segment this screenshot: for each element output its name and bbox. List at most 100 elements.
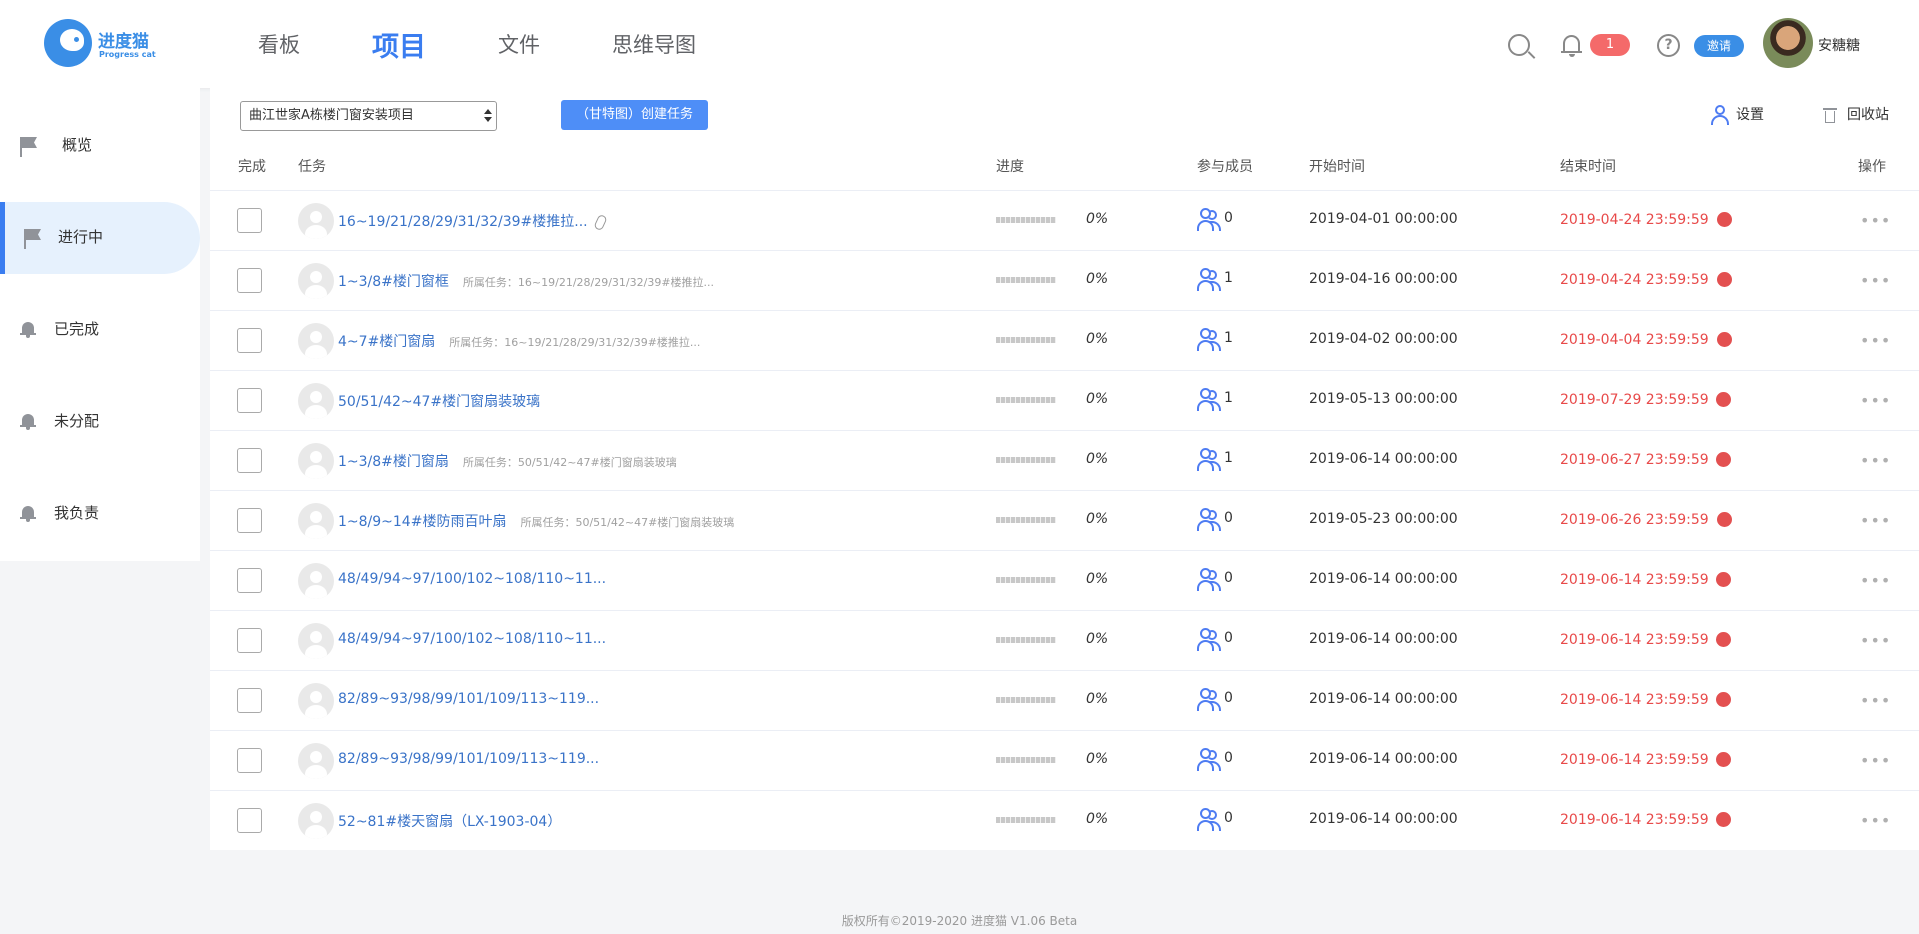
task-title[interactable]: 82/89~93/98/99/101/109/113~119...: [338, 751, 599, 767]
complete-checkbox[interactable]: [237, 808, 262, 833]
table-row[interactable]: 1~3/8#楼门窗框 所属任务：16~19/21/28/29/31/32/39#楼…: [210, 250, 1919, 310]
assignee-avatar-icon[interactable]: [298, 563, 334, 599]
end-time: 2019-06-27 23:59:59: [1560, 452, 1709, 468]
search-icon[interactable]: [1508, 34, 1530, 56]
assignee-avatar-icon[interactable]: [298, 803, 334, 839]
sidebar-item-unassigned[interactable]: 未分配: [0, 386, 200, 458]
assignee-avatar-icon[interactable]: [298, 503, 334, 539]
table-row[interactable]: 82/89~93/98/99/101/109/113~119... 0% 0 2019…: [210, 730, 1919, 790]
select-arrows-icon: [484, 109, 492, 123]
table-row[interactable]: 4~7#楼门窗扇 所属任务：16~19/21/28/29/31/32/39#楼推拉…: [210, 310, 1919, 370]
assignee-avatar-icon[interactable]: [298, 683, 334, 719]
progress-percent: 0%: [1086, 271, 1109, 287]
assignee-avatar-icon[interactable]: [298, 203, 334, 239]
task-title[interactable]: 1~3/8#楼门窗框 所属任务：16~19/21/28/29/31/32/39#楼…: [338, 271, 714, 291]
nav-files[interactable]: 文件: [498, 29, 540, 59]
table-row[interactable]: 16~19/21/28/29/31/32/39#楼推拉... 0% 0 2019-04…: [210, 190, 1919, 250]
complete-checkbox[interactable]: [237, 688, 262, 713]
progress-bar: [996, 757, 1056, 763]
settings-button[interactable]: 设置: [1710, 104, 1764, 125]
task-title[interactable]: 16~19/21/28/29/31/32/39#楼推拉...: [338, 211, 608, 231]
table-row[interactable]: 48/49/94~97/100/102~108/110~11... 0% 0 2019…: [210, 610, 1919, 670]
more-actions-icon[interactable]: •••: [1860, 331, 1891, 350]
notification-bell-icon[interactable]: [1561, 34, 1583, 57]
members-icon[interactable]: [1197, 388, 1221, 412]
progress-percent: 0%: [1086, 751, 1109, 767]
sidebar-item-completed[interactable]: 已完成: [0, 294, 200, 366]
members-icon[interactable]: [1197, 748, 1221, 772]
assignee-avatar-icon[interactable]: [298, 383, 334, 419]
member-count: 0: [1224, 570, 1233, 586]
table-row[interactable]: 52~81#楼天窗扇（LX-1903-04） 0% 0 2019-06-14 00:0…: [210, 790, 1919, 850]
task-title[interactable]: 52~81#楼天窗扇（LX-1903-04）: [338, 811, 561, 831]
complete-checkbox[interactable]: [237, 748, 262, 773]
table-row[interactable]: 48/49/94~97/100/102~108/110~11... 0% 0 2019…: [210, 550, 1919, 610]
complete-checkbox[interactable]: [237, 448, 262, 473]
more-actions-icon[interactable]: •••: [1860, 211, 1891, 230]
members-icon[interactable]: [1197, 448, 1221, 472]
more-actions-icon[interactable]: •••: [1860, 751, 1891, 770]
attachment-icon[interactable]: [592, 213, 608, 231]
table-row[interactable]: 1~3/8#楼门窗扇 所属任务：50/51/42~47#楼门窗扇装玻璃 0% 1 201…: [210, 430, 1919, 490]
sidebar-item-in-progress[interactable]: 进行中: [0, 202, 200, 274]
nav-project[interactable]: 项目: [372, 25, 426, 64]
sidebar-item-label: 进行中: [58, 228, 104, 246]
gantt-create-task-button[interactable]: （甘特图）创建任务: [561, 100, 708, 130]
overdue-dot-icon: [1716, 632, 1731, 647]
progress-percent: 0%: [1086, 631, 1109, 647]
members-icon[interactable]: [1197, 628, 1221, 652]
assignee-avatar-icon[interactable]: [298, 323, 334, 359]
complete-checkbox[interactable]: [237, 508, 262, 533]
members-icon[interactable]: [1197, 568, 1221, 592]
app-logo[interactable]: 进度猫 Progress cat: [44, 19, 164, 69]
members-icon[interactable]: [1197, 208, 1221, 232]
complete-checkbox[interactable]: [237, 268, 262, 293]
complete-checkbox[interactable]: [237, 328, 262, 353]
members-icon[interactable]: [1197, 508, 1221, 532]
task-title[interactable]: 1~3/8#楼门窗扇 所属任务：50/51/42~47#楼门窗扇装玻璃: [338, 451, 677, 471]
complete-checkbox[interactable]: [237, 208, 262, 233]
task-title[interactable]: 82/89~93/98/99/101/109/113~119...: [338, 691, 599, 707]
assignee-avatar-icon[interactable]: [298, 743, 334, 779]
progress-bar: [996, 817, 1056, 823]
sidebar-item-overview[interactable]: 概览: [0, 110, 200, 182]
task-title[interactable]: 48/49/94~97/100/102~108/110~11...: [338, 571, 606, 587]
task-title[interactable]: 1~8/9~14#楼防雨百叶扇 所属任务：50/51/42~47#楼门窗扇装玻璃: [338, 511, 734, 531]
table-row[interactable]: 50/51/42~47#楼门窗扇装玻璃 0% 1 2019-05-13 00:00:0…: [210, 370, 1919, 430]
task-title[interactable]: 4~7#楼门窗扇 所属任务：16~19/21/28/29/31/32/39#楼推拉…: [338, 331, 700, 351]
more-actions-icon[interactable]: •••: [1860, 271, 1891, 290]
more-actions-icon[interactable]: •••: [1860, 571, 1891, 590]
complete-checkbox[interactable]: [237, 628, 262, 653]
user-avatar[interactable]: [1763, 18, 1813, 68]
complete-checkbox[interactable]: [237, 388, 262, 413]
more-actions-icon[interactable]: •••: [1860, 811, 1891, 830]
complete-checkbox[interactable]: [237, 568, 262, 593]
help-icon[interactable]: ?: [1657, 34, 1680, 57]
more-actions-icon[interactable]: •••: [1860, 391, 1891, 410]
assignee-avatar-icon[interactable]: [298, 623, 334, 659]
nav-mindmap[interactable]: 思维导图: [612, 29, 696, 59]
user-name[interactable]: 安糖糖: [1818, 35, 1860, 55]
more-actions-icon[interactable]: •••: [1860, 511, 1891, 530]
recycle-bin-button[interactable]: 回收站: [1823, 104, 1889, 124]
members-icon[interactable]: [1197, 688, 1221, 712]
task-title-text: 16~19/21/28/29/31/32/39#楼推拉...: [338, 214, 588, 230]
assignee-avatar-icon[interactable]: [298, 263, 334, 299]
sidebar-item-mine[interactable]: 我负责: [0, 478, 200, 550]
task-title[interactable]: 50/51/42~47#楼门窗扇装玻璃: [338, 391, 540, 411]
table-row[interactable]: 82/89~93/98/99/101/109/113~119... 0% 0 2019…: [210, 670, 1919, 730]
project-select[interactable]: 曲江世家A栋楼门窗安装项目: [240, 101, 497, 131]
members-icon[interactable]: [1197, 808, 1221, 832]
more-actions-icon[interactable]: •••: [1860, 631, 1891, 650]
members-icon[interactable]: [1197, 268, 1221, 292]
notification-badge[interactable]: 1: [1590, 34, 1630, 56]
members-icon[interactable]: [1197, 328, 1221, 352]
progress-percent: 0%: [1086, 451, 1109, 467]
invite-button[interactable]: 邀请: [1694, 35, 1744, 57]
more-actions-icon[interactable]: •••: [1860, 451, 1891, 470]
task-title[interactable]: 48/49/94~97/100/102~108/110~11...: [338, 631, 606, 647]
more-actions-icon[interactable]: •••: [1860, 691, 1891, 710]
assignee-avatar-icon[interactable]: [298, 443, 334, 479]
nav-kanban[interactable]: 看板: [258, 29, 300, 59]
table-row[interactable]: 1~8/9~14#楼防雨百叶扇 所属任务：50/51/42~47#楼门窗扇装玻璃 0…: [210, 490, 1919, 550]
